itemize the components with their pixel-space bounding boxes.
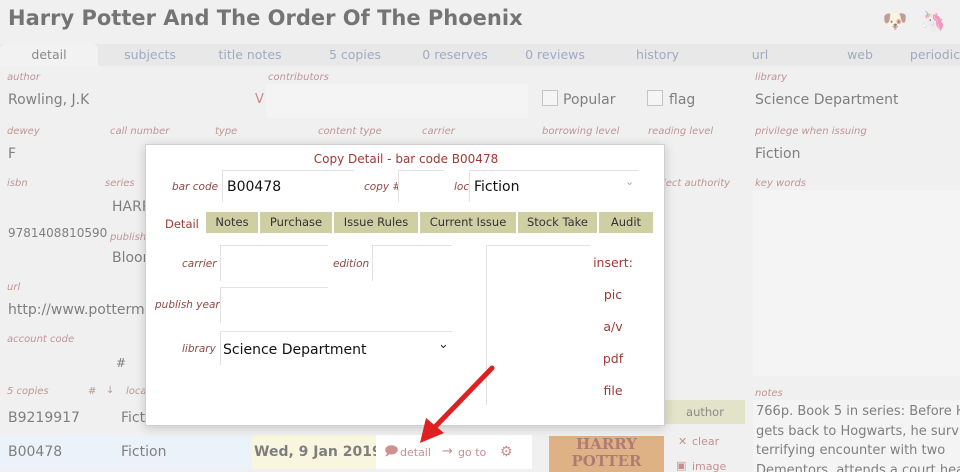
tab-current-issue[interactable]: Current Issue [420,212,518,233]
edition-input[interactable] [372,245,452,281]
insert-av-link[interactable]: a/v [591,319,635,334]
loc-select[interactable]: Fiction ⌄ [469,170,639,202]
tab-audit[interactable]: Audit [599,212,653,233]
copy-detail-dialog: Copy Detail - bar code B00478 bar code B… [145,144,665,426]
barcode-label: bar code [172,181,219,193]
loc-label: loc [454,181,470,193]
attachment-preview [486,245,590,405]
edition-label: edition [333,258,370,270]
insert-pic-link[interactable]: pic [591,287,635,302]
tab-purchase[interactable]: Purchase [260,212,334,233]
copy-number-input[interactable] [398,170,444,202]
library-label: library [182,343,216,355]
publish-year-label: publish year [155,299,220,311]
carrier-input[interactable] [220,245,328,281]
barcode-input[interactable]: B00478 [222,170,354,202]
dialog-title: Copy Detail - bar code B00478 [313,152,499,166]
tab-notes[interactable]: Notes [206,212,260,233]
insert-pdf-link[interactable]: pdf [591,351,635,366]
tab-issue-rules[interactable]: Issue Rules [334,212,420,233]
loc-value: Fiction [474,179,520,195]
copy-number-label: copy # [364,181,402,193]
chevron-down-icon: ⌄ [438,337,449,352]
library-value: Science Department [223,342,367,358]
publish-year-input[interactable] [220,287,328,323]
insert-label: insert: [593,255,633,270]
chevron-down-icon: ⌄ [625,175,635,188]
insert-file-link[interactable]: file [591,383,635,398]
tab-detail-active[interactable]: Detail [165,217,199,231]
tab-stock-take[interactable]: Stock Take [518,212,599,233]
carrier-label: carrier [182,258,217,270]
library-select[interactable]: Science Department ⌄ [220,331,452,365]
barcode-value: B00478 [227,179,282,195]
